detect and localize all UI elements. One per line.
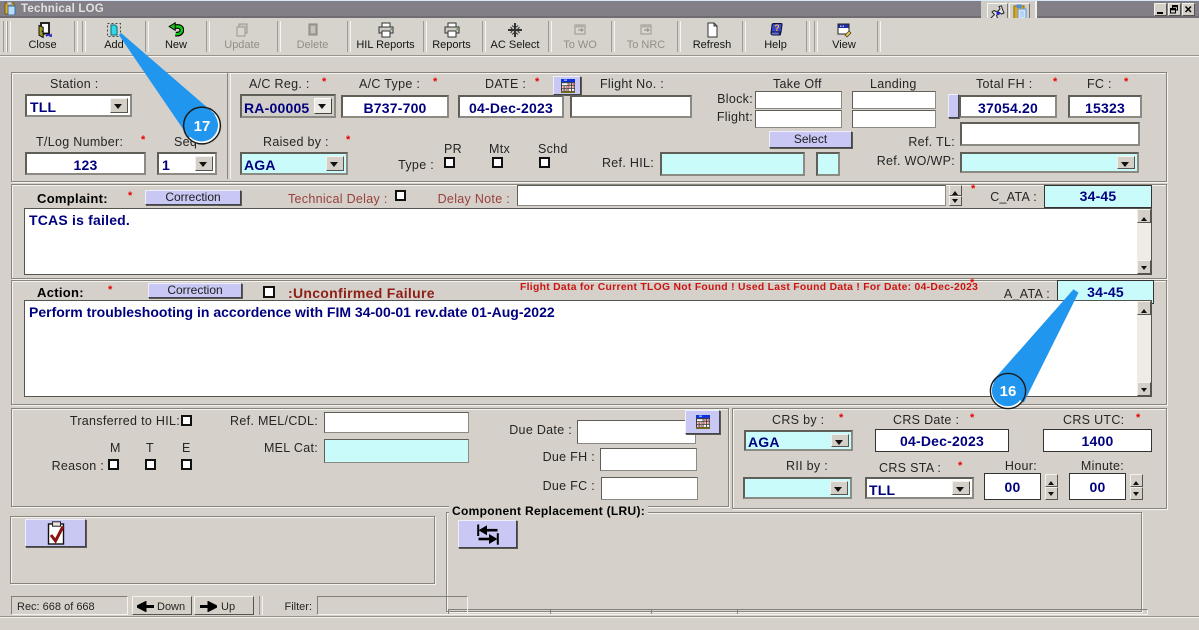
svg-text:16: 16 — [1000, 383, 1017, 400]
svg-text:17: 17 — [194, 118, 211, 135]
